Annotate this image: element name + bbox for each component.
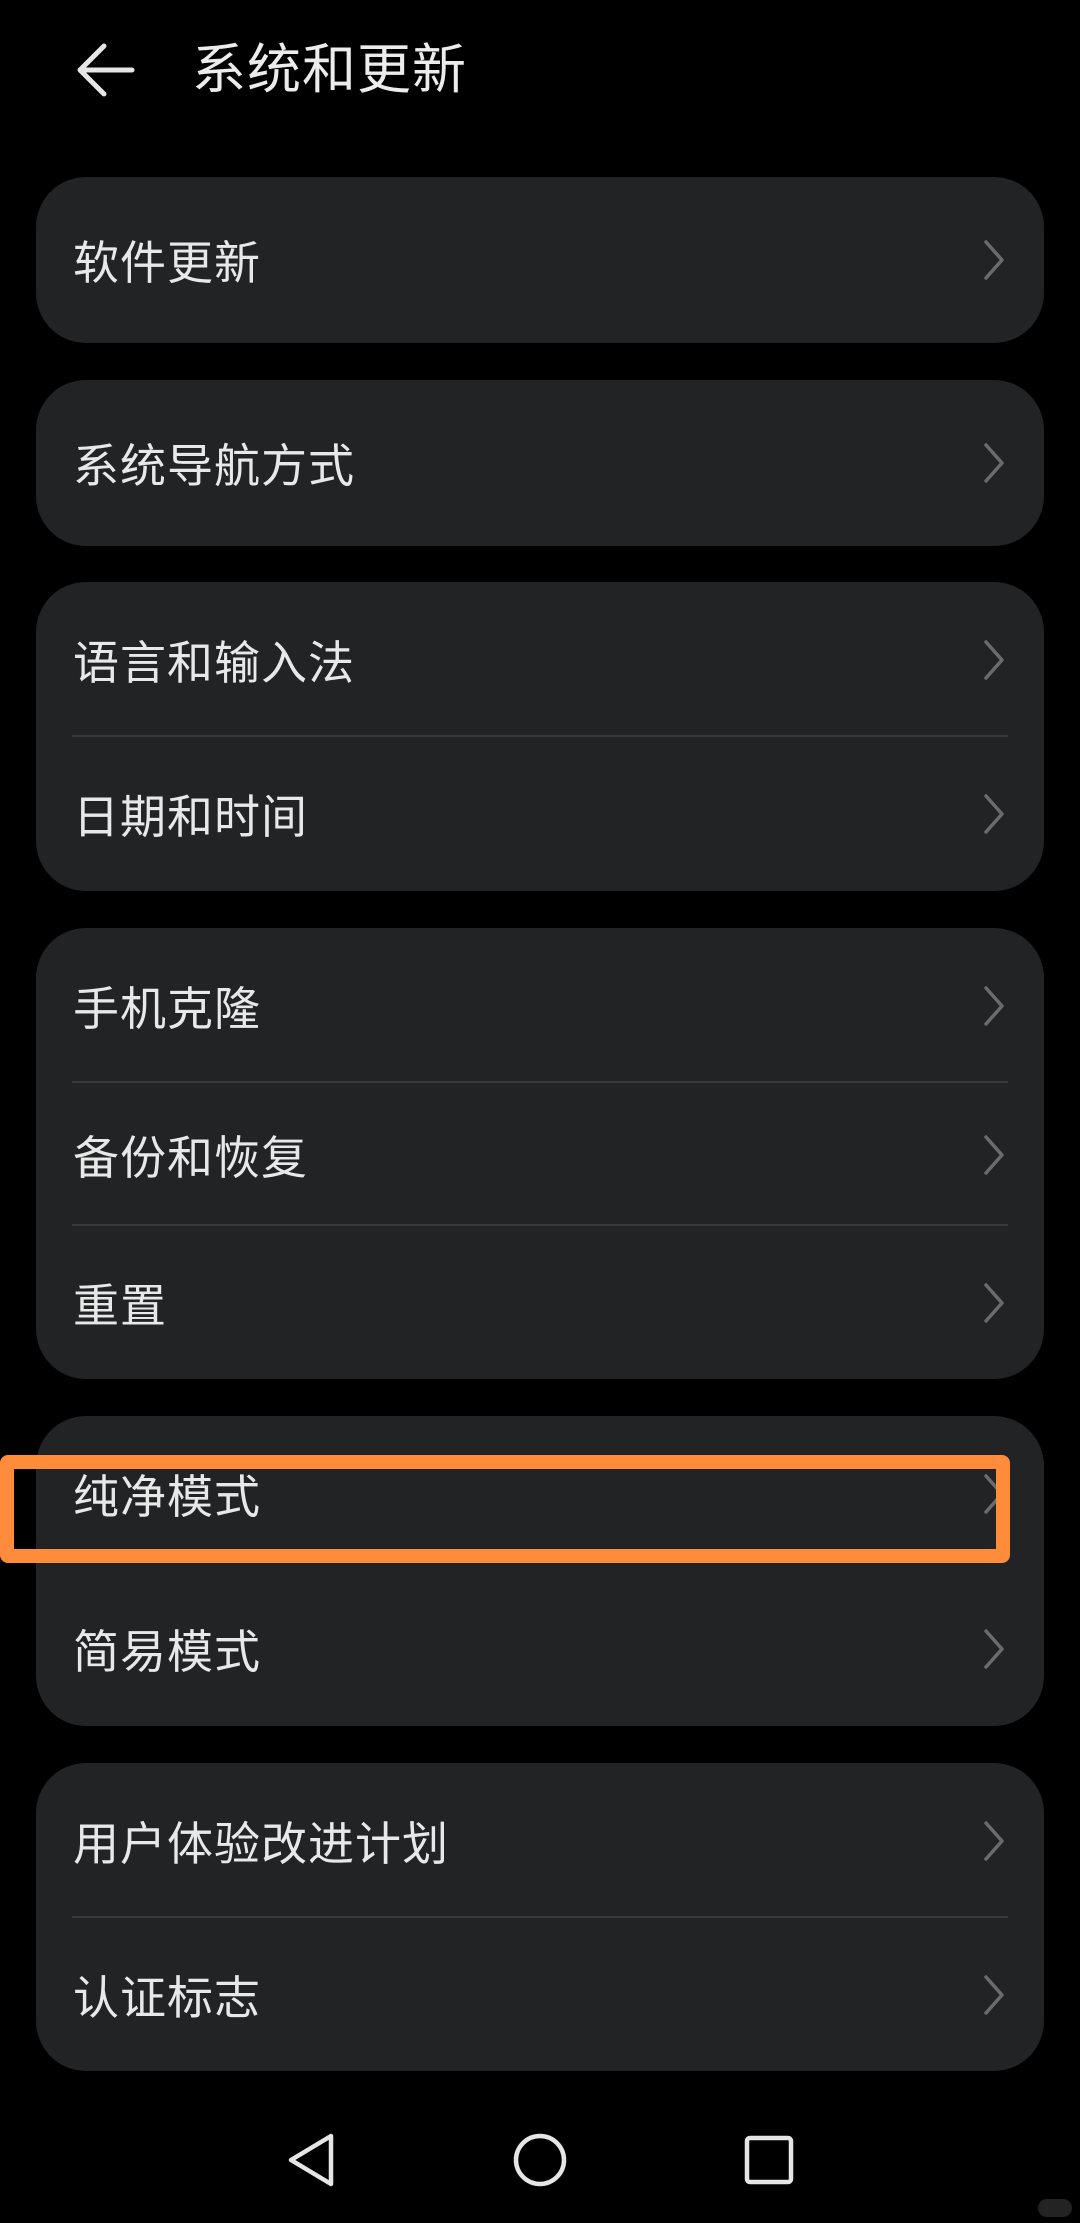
nav-home-button[interactable] <box>490 2110 590 2210</box>
settings-card-software-update: 软件更新 <box>36 177 1044 343</box>
chevron-right-icon <box>984 639 1004 680</box>
list-item-label: 系统导航方式 <box>73 439 355 493</box>
settings-card-experience-cert: 用户体验改进计划 认证标志 <box>36 1763 1044 2071</box>
settings-card-navigation: 系统导航方式 <box>36 380 1044 546</box>
list-item-software-update[interactable]: 软件更新 <box>36 177 1044 343</box>
list-item-backup-restore[interactable]: 备份和恢复 <box>36 1083 1044 1226</box>
chevron-right-icon <box>984 1134 1004 1175</box>
list-item-label: 手机克隆 <box>73 981 261 1036</box>
list-item-system-navigation[interactable]: 系统导航方式 <box>36 380 1044 546</box>
list-item-label: 用户体验改进计划 <box>73 1816 449 1871</box>
list-item-pure-mode[interactable]: 纯净模式 <box>36 1416 1044 1571</box>
list-item-label: 简易模式 <box>73 1624 261 1679</box>
back-button[interactable] <box>66 30 146 110</box>
list-item-user-experience[interactable]: 用户体验改进计划 <box>36 1763 1044 1918</box>
chevron-right-icon <box>984 1628 1004 1669</box>
settings-card-language-date: 语言和输入法 日期和时间 <box>36 582 1044 891</box>
chevron-right-icon <box>984 1820 1004 1861</box>
square-recents-icon <box>744 2135 794 2185</box>
list-item-label: 备份和恢复 <box>73 1130 308 1185</box>
chevron-right-icon <box>984 794 1004 834</box>
list-item-label: 语言和输入法 <box>73 635 355 690</box>
list-item-simple-mode[interactable]: 简易模式 <box>36 1571 1044 1726</box>
chevron-right-icon <box>984 240 1004 280</box>
circle-home-icon <box>513 2133 567 2187</box>
nav-recents-button[interactable] <box>719 2110 819 2210</box>
list-item-label: 日期和时间 <box>73 790 308 844</box>
chevron-right-icon <box>984 1974 1004 2015</box>
list-item-certification[interactable]: 认证标志 <box>36 1918 1044 2071</box>
watermark-badge <box>1038 2199 1072 2217</box>
arrow-left-icon <box>77 43 135 97</box>
app-header: 系统和更新 <box>0 0 1080 140</box>
list-item-date-time[interactable]: 日期和时间 <box>36 737 1044 891</box>
chevron-right-icon <box>984 1282 1004 1323</box>
list-item-label: 纯净模式 <box>73 1469 261 1524</box>
list-item-label: 认证标志 <box>73 1970 261 2025</box>
list-item-reset[interactable]: 重置 <box>36 1226 1044 1379</box>
settings-card-modes: 纯净模式 简易模式 <box>36 1416 1044 1726</box>
list-item-label: 重置 <box>73 1278 167 1333</box>
chevron-right-icon <box>984 443 1004 483</box>
list-item-phone-clone[interactable]: 手机克隆 <box>36 928 1044 1083</box>
page-title: 系统和更新 <box>192 38 467 101</box>
list-item-label: 软件更新 <box>73 236 261 290</box>
triangle-back-icon <box>288 2133 334 2187</box>
list-item-language-input[interactable]: 语言和输入法 <box>36 582 1044 737</box>
settings-card-clone-backup-reset: 手机克隆 备份和恢复 重置 <box>36 928 1044 1379</box>
chevron-right-icon <box>984 985 1004 1026</box>
chevron-right-icon <box>984 1473 1004 1514</box>
system-navigation-bar <box>0 2110 1080 2223</box>
nav-back-button[interactable] <box>261 2110 361 2210</box>
